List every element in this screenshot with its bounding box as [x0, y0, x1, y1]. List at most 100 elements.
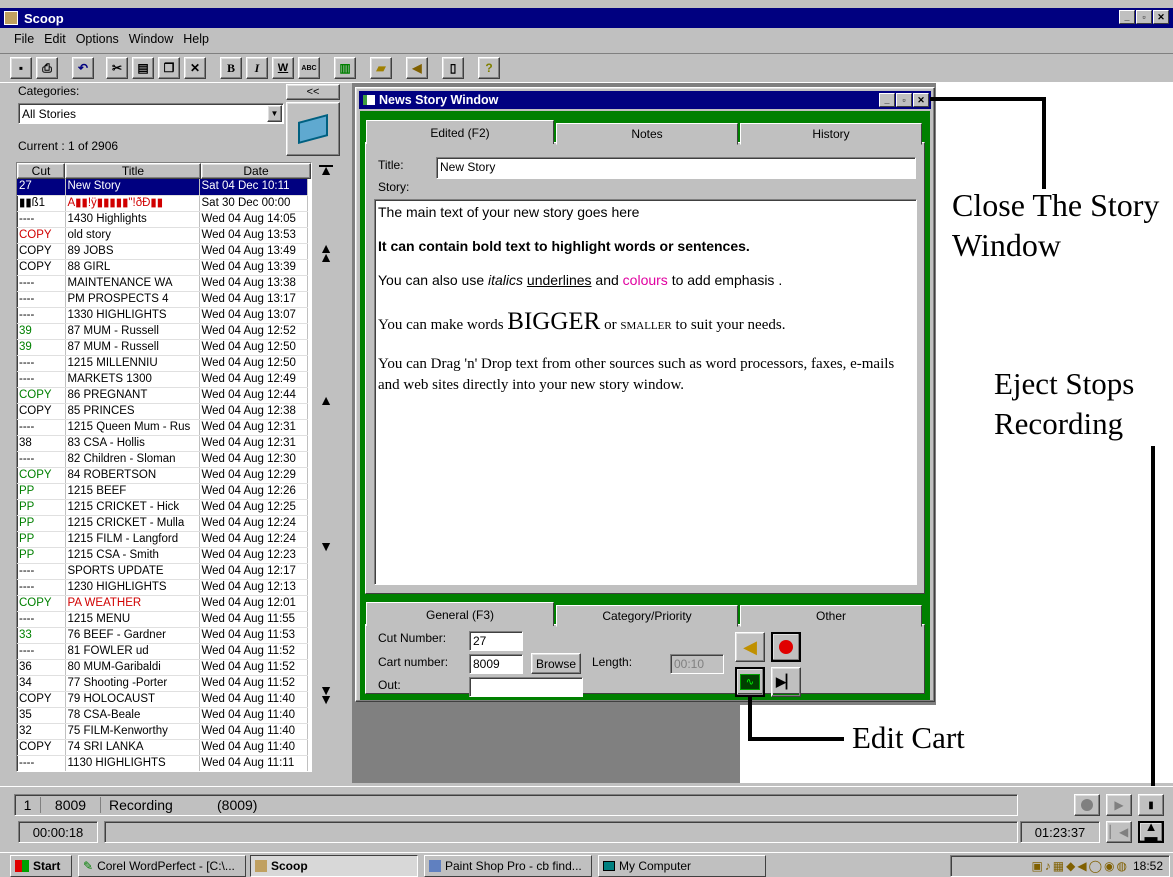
column-title[interactable]: Title — [65, 163, 201, 179]
menu-edit[interactable]: Edit — [44, 32, 66, 50]
tab-general[interactable]: General (F3) — [366, 602, 554, 626]
close-icon[interactable]: ✕ — [1153, 10, 1169, 24]
table-row[interactable]: ---- 82 Children - Sloman Wed 04 Aug 12:30 — [17, 451, 308, 468]
play-button[interactable]: ▶ — [1106, 794, 1132, 816]
table-row[interactable]: COPY 79 HOLOCAUST Wed 04 Aug 11:40 — [17, 691, 308, 708]
stats-icon[interactable]: ▥ — [334, 57, 356, 79]
collapse-button[interactable]: << — [286, 84, 340, 100]
tab-notes[interactable]: Notes — [556, 123, 738, 145]
table-row[interactable]: ---- MAINTENANCE WA Wed 04 Aug 13:38 — [17, 275, 308, 292]
cart-number-input[interactable]: 8009 — [469, 654, 523, 674]
save-icon[interactable]: ▪ — [10, 57, 32, 79]
page-up-icon[interactable]: ▲ ▲ — [316, 241, 336, 264]
table-row[interactable]: PP 1215 BEEF Wed 04 Aug 12:26 — [17, 483, 308, 500]
story-close-icon[interactable]: ✕ — [913, 93, 929, 107]
tab-category-priority[interactable]: Category/Priority — [556, 605, 738, 627]
table-row[interactable]: PP 1215 CSA - Smith Wed 04 Aug 12:23 — [17, 547, 308, 564]
table-row[interactable]: ---- MARKETS 1300 Wed 04 Aug 12:49 — [17, 371, 308, 388]
table-row[interactable]: ---- 1215 MENU Wed 04 Aug 11:55 — [17, 611, 308, 628]
pause-button[interactable]: ▮ — [1138, 794, 1164, 816]
table-row[interactable]: PP 1215 FILM - Langford Wed 04 Aug 12:24 — [17, 531, 308, 548]
menu-options[interactable]: Options — [76, 32, 119, 50]
rewind-button[interactable]: ▏◀ — [1106, 821, 1132, 843]
taskbar-item-scoop[interactable]: Scoop — [250, 855, 418, 877]
start-button[interactable]: Start — [10, 855, 72, 877]
table-row[interactable]: COPY old story Wed 04 Aug 13:53 — [17, 227, 308, 244]
taskbar-item-mycomputer[interactable]: My Computer — [598, 855, 766, 877]
scroll-up-icon[interactable]: ▲ — [316, 392, 336, 408]
skip-button[interactable]: ▶▏ — [771, 667, 801, 697]
stop-button[interactable] — [1074, 794, 1100, 816]
minimize-icon[interactable]: _ — [1119, 10, 1135, 24]
table-row[interactable]: 35 78 CSA-Beale Wed 04 Aug 11:40 — [17, 707, 308, 724]
table-row[interactable]: COPY 74 SRI LANKA Wed 04 Aug 11:40 — [17, 739, 308, 756]
clipboard-icon[interactable]: ▯ — [442, 57, 464, 79]
tab-other[interactable]: Other — [740, 605, 922, 627]
table-row[interactable]: ---- 1215 MILLENNIU Wed 04 Aug 12:50 — [17, 355, 308, 372]
undo-icon[interactable]: ↶ — [72, 57, 94, 79]
cut-icon[interactable]: ✂ — [106, 57, 128, 79]
table-row[interactable]: 33 76 BEEF - Gardner Wed 04 Aug 11:53 — [17, 627, 308, 644]
delete-icon[interactable]: ✕ — [184, 57, 206, 79]
copy-icon[interactable]: ❐ — [158, 57, 180, 79]
table-row[interactable]: COPY 89 JOBS Wed 04 Aug 13:49 — [17, 243, 308, 260]
column-cut[interactable]: Cut — [17, 163, 65, 179]
paste-icon[interactable]: ▤ — [132, 57, 154, 79]
table-row[interactable]: 32 75 FILM-Kenworthy Wed 04 Aug 11:40 — [17, 723, 308, 740]
scroll-down-icon[interactable]: ▼ — [316, 538, 336, 554]
story-editor[interactable]: The main text of your new story goes her… — [374, 199, 917, 585]
out-input[interactable] — [469, 677, 583, 697]
mailbox-button[interactable] — [286, 102, 340, 156]
title-input[interactable]: New Story — [436, 157, 916, 179]
maximize-icon[interactable]: ▫ — [1136, 10, 1152, 24]
taskbar-item-paintshop[interactable]: Paint Shop Pro - cb find... — [424, 855, 592, 877]
play-audio-button[interactable]: ◀ — [735, 632, 765, 662]
table-row[interactable]: 36 80 MUM-Garibaldi Wed 04 Aug 11:52 — [17, 659, 308, 676]
edit-cart-button[interactable]: ∿ — [735, 667, 765, 697]
print-icon[interactable]: ⎙ — [36, 57, 58, 79]
story-maximize-icon[interactable]: ▫ — [896, 93, 912, 107]
table-row[interactable]: ---- SPORTS UPDATE Wed 04 Aug 12:17 — [17, 563, 308, 580]
table-row[interactable]: PP 1215 CRICKET - Mulla Wed 04 Aug 12:24 — [17, 515, 308, 532]
cut-number-input[interactable]: 27 — [469, 631, 523, 651]
italic-button[interactable]: I — [246, 57, 268, 79]
taskbar-item-wordperfect[interactable]: ✎ Corel WordPerfect - [C:\... — [78, 855, 246, 877]
table-row[interactable]: 39 87 MUM - Russell Wed 04 Aug 12:50 — [17, 339, 308, 356]
table-row[interactable]: COPY PA WEATHER Wed 04 Aug 12:01 — [17, 595, 308, 612]
browse-button[interactable]: Browse — [531, 653, 581, 674]
table-row[interactable]: ---- 1230 HIGHLIGHTS Wed 04 Aug 12:13 — [17, 579, 308, 596]
table-row[interactable]: ---- 1130 HIGHLIGHTS Wed 04 Aug 11:11 — [17, 755, 308, 771]
table-row[interactable]: ---- PM PROSPECTS 4 Wed 04 Aug 13:17 — [17, 291, 308, 308]
menu-help[interactable]: Help — [183, 32, 209, 50]
page-down-icon[interactable]: ▼ ▼ — [316, 683, 336, 706]
story-minimize-icon[interactable]: _ — [879, 93, 895, 107]
chevron-down-icon[interactable]: ▼ — [267, 105, 282, 122]
record-button[interactable] — [771, 632, 801, 662]
table-row[interactable]: ---- 1430 Highlights Wed 04 Aug 14:05 — [17, 211, 308, 228]
table-row[interactable]: ---- 1330 HIGHLIGHTS Wed 04 Aug 13:07 — [17, 307, 308, 324]
table-row[interactable]: ▮▮ß1 A▮▮!ÿ▮▮▮▮▮"!ðÐ▮▮ Sat 30 Dec 00:00 — [17, 195, 308, 212]
menu-window[interactable]: Window — [129, 32, 173, 50]
table-row[interactable]: COPY 85 PRINCES Wed 04 Aug 12:38 — [17, 403, 308, 420]
table-row[interactable]: 34 77 Shooting -Porter Wed 04 Aug 11:52 — [17, 675, 308, 692]
scroll-top-icon[interactable]: ▲ — [316, 163, 336, 179]
category-select[interactable]: All Stories ▼ — [18, 103, 284, 124]
tab-history[interactable]: History — [740, 123, 922, 145]
word-button[interactable]: W — [272, 57, 294, 79]
table-row[interactable]: COPY 88 GIRL Wed 04 Aug 13:39 — [17, 259, 308, 276]
menu-file[interactable]: File — [14, 32, 34, 50]
bold-button[interactable]: B — [220, 57, 242, 79]
column-date[interactable]: Date — [201, 163, 311, 179]
table-row[interactable]: ---- 1215 Queen Mum - Rus Wed 04 Aug 12:31 — [17, 419, 308, 436]
speaker-icon[interactable]: ◀ — [406, 57, 428, 79]
table-row[interactable]: 39 87 MUM - Russell Wed 04 Aug 12:52 — [17, 323, 308, 340]
tab-edited[interactable]: Edited (F2) — [366, 120, 554, 144]
eject-button[interactable]: ▲ ▬ — [1138, 820, 1164, 843]
help-button[interactable]: ? — [478, 57, 500, 79]
table-row[interactable]: 38 83 CSA - Hollis Wed 04 Aug 12:31 — [17, 435, 308, 452]
table-row[interactable]: COPY 84 ROBERTSON Wed 04 Aug 12:29 — [17, 467, 308, 484]
table-row[interactable]: COPY 86 PREGNANT Wed 04 Aug 12:44 — [17, 387, 308, 404]
table-row[interactable]: PP 1215 CRICKET - Hick Wed 04 Aug 12:25 — [17, 499, 308, 516]
table-row[interactable]: 27 New Story Sat 04 Dec 10:11 — [17, 179, 308, 196]
book-icon[interactable]: ▰ — [370, 57, 392, 79]
